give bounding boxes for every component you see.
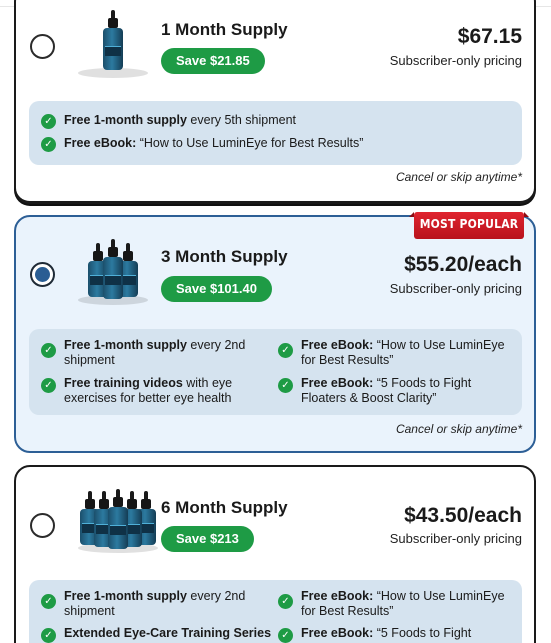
plan-card-6-month[interactable]: 6 Month Supply Save $213 $43.50/each Sub… xyxy=(14,465,536,643)
perk-item: ✓ Free eBook: “5 Foods to Fight Floaters… xyxy=(278,376,506,406)
plan-price: $55.20/each xyxy=(404,253,522,276)
check-circle-icon: ✓ xyxy=(278,343,293,358)
check-circle-icon: ✓ xyxy=(41,137,56,152)
plan-price: $43.50/each xyxy=(404,504,522,527)
perk-item: ✓ Free 1-month supply every 2nd shipment xyxy=(41,338,253,368)
perk-item: ✓ Free eBook: “5 Foods to Fight xyxy=(278,626,506,643)
dropper-bottle-icon xyxy=(103,239,123,299)
perk-bold: Free 1-month supply xyxy=(64,113,187,127)
perk-item: ✓ Extended Eye-Care Training Series xyxy=(41,626,273,643)
perk-bold: Free eBook: xyxy=(64,136,137,150)
perk-bold: Free eBook: xyxy=(301,338,374,352)
perk-text: “How to Use LuminEye for Best Results” xyxy=(136,136,364,150)
plan-card-1-month[interactable]: 1 Month Supply Save $21.85 $67.15 Subscr… xyxy=(14,0,536,204)
plan-name: 1 Month Supply xyxy=(161,20,288,39)
plan-radio-1-month[interactable] xyxy=(30,34,55,59)
check-circle-icon: ✓ xyxy=(278,594,293,609)
check-circle-icon: ✓ xyxy=(278,628,293,643)
savings-badge: Save $21.85 xyxy=(161,48,265,74)
product-image-3-bottles xyxy=(72,233,154,307)
plan-radio-3-month[interactable] xyxy=(30,262,55,287)
dropper-bottle-icon xyxy=(103,10,123,70)
check-circle-icon: ✓ xyxy=(41,628,56,643)
perk-bold: Free eBook: xyxy=(301,626,374,640)
product-image-1-bottle xyxy=(72,6,154,80)
perk-text: “5 Foods to Fight xyxy=(373,626,472,640)
perk-text: every 5th shipment xyxy=(186,113,297,127)
check-circle-icon: ✓ xyxy=(41,343,56,358)
perks-box: ✓ Free 1-month supply every 2nd shipment… xyxy=(29,580,522,643)
cancel-note: Cancel or skip anytime* xyxy=(395,170,522,184)
perk-item: ✓ Free eBook: “How to Use LuminEye for B… xyxy=(278,338,506,368)
perk-bold: Free eBook: xyxy=(301,589,374,603)
perk-bold: Free training videos xyxy=(64,376,183,390)
perk-bold: Free 1-month supply xyxy=(64,338,187,352)
check-circle-icon: ✓ xyxy=(41,594,56,609)
price-note: Subscriber-only pricing xyxy=(389,531,522,546)
plan-card-3-month[interactable]: MOST POPULAR 3 Month Supply Save $101.40… xyxy=(14,212,536,453)
perks-box: ✓ Free 1-month supply every 2nd shipment… xyxy=(29,329,522,415)
perk-item: ✓ Free eBook: “How to Use LuminEye for B… xyxy=(41,136,501,152)
plan-name: 3 Month Supply xyxy=(161,247,288,266)
perk-item: ✓ Free eBook: “How to Use LuminEye for B… xyxy=(278,589,506,619)
savings-badge: Save $101.40 xyxy=(161,276,272,302)
perk-item: ✓ Free 1-month supply every 2nd shipment xyxy=(41,589,253,619)
check-circle-icon: ✓ xyxy=(278,378,293,393)
product-image-5-bottles xyxy=(72,481,164,555)
check-circle-icon: ✓ xyxy=(41,114,56,129)
perk-item: ✓ Free training videos with eye exercise… xyxy=(41,376,253,406)
perk-bold: Free eBook: xyxy=(301,376,374,390)
price-note: Subscriber-only pricing xyxy=(389,53,522,68)
perk-item: ✓ Free 1-month supply every 5th shipment xyxy=(41,113,501,129)
perk-bold: Free 1-month supply xyxy=(64,589,187,603)
plan-name: 6 Month Supply xyxy=(161,498,288,517)
perks-box: ✓ Free 1-month supply every 5th shipment… xyxy=(29,101,522,165)
most-popular-badge: MOST POPULAR xyxy=(409,212,529,239)
perk-bold: Extended Eye-Care Training Series xyxy=(64,626,272,640)
check-circle-icon: ✓ xyxy=(41,378,56,393)
cancel-note: Cancel or skip anytime* xyxy=(395,422,522,436)
dropper-bottle-icon xyxy=(108,489,128,549)
plan-radio-6-month[interactable] xyxy=(30,513,55,538)
plan-price: $67.15 xyxy=(457,25,522,48)
price-note: Subscriber-only pricing xyxy=(389,281,522,296)
savings-badge: Save $213 xyxy=(161,526,254,552)
